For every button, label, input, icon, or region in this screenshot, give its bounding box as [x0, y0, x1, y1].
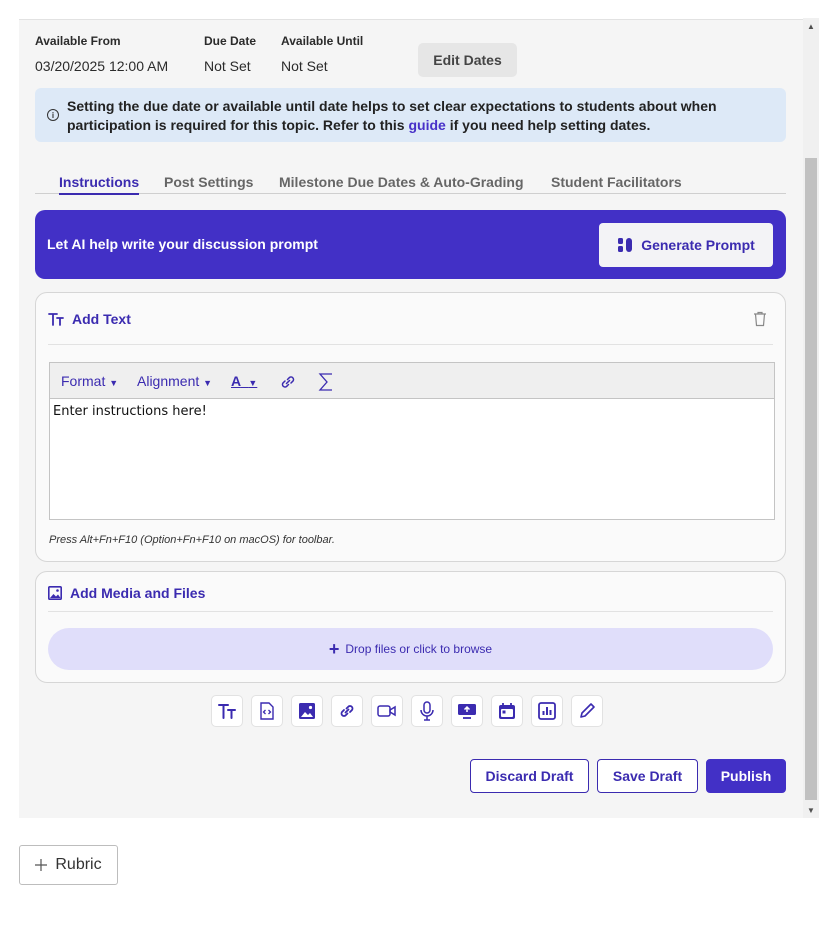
- due-date-value: Not Set: [204, 58, 251, 74]
- video-icon: [377, 705, 396, 717]
- info-icon: i: [47, 109, 59, 121]
- block-insert-toolbar: [211, 695, 603, 727]
- add-media-header: Add Media and Files: [48, 585, 205, 601]
- edit-dates-button[interactable]: Edit Dates: [418, 43, 517, 77]
- tab-milestone-due-dates[interactable]: Milestone Due Dates & Auto-Grading: [279, 174, 524, 193]
- embed-icon: [260, 702, 274, 720]
- ai-banner-text: Let AI help write your discussion prompt: [47, 236, 318, 252]
- add-media-title: Add Media and Files: [70, 585, 206, 601]
- guide-link[interactable]: guide: [408, 117, 445, 133]
- file-dropzone[interactable]: + Drop files or click to browse: [48, 628, 773, 670]
- add-embed-block-button[interactable]: [251, 695, 283, 727]
- tab-instructions[interactable]: Instructions: [59, 174, 140, 195]
- editor-toolbar: Format ▼ Alignment ▼ A ▼: [50, 363, 774, 399]
- rich-text-editor: Format ▼ Alignment ▼ A ▼ Enter instructi…: [49, 362, 775, 520]
- publish-button[interactable]: Publish: [706, 759, 786, 793]
- trash-icon[interactable]: [753, 311, 767, 327]
- image-icon: [48, 586, 62, 600]
- add-poll-block-button[interactable]: [531, 695, 563, 727]
- add-drawing-block-button[interactable]: [571, 695, 603, 727]
- card-divider: [48, 344, 773, 345]
- text-icon: [218, 704, 236, 719]
- due-date-label: Due Date: [204, 34, 257, 48]
- calendar-icon: [499, 703, 515, 719]
- editor-content[interactable]: Enter instructions here!: [50, 399, 774, 424]
- ai-sparkle-icon: [618, 238, 633, 252]
- tab-post-settings[interactable]: Post Settings: [164, 174, 253, 193]
- available-from-label: Available From: [35, 34, 121, 48]
- dates-info-banner: i Setting the due date or available unti…: [35, 88, 786, 142]
- add-media-block: Add Media and Files + Drop files or clic…: [35, 571, 786, 683]
- card-divider: [48, 611, 773, 612]
- scrollbar[interactable]: ▲ ▼: [803, 18, 819, 818]
- plus-icon: +: [328, 639, 340, 659]
- due-date: Due Date Not Set: [204, 34, 256, 74]
- alignment-label: Alignment: [137, 373, 200, 389]
- alignment-dropdown[interactable]: Alignment ▼: [137, 373, 212, 389]
- add-text-block-button[interactable]: [211, 695, 243, 727]
- link-icon[interactable]: [279, 373, 297, 391]
- chart-icon: [538, 702, 556, 720]
- scroll-up-arrow[interactable]: ▲: [803, 18, 819, 34]
- available-from-value: 03/20/2025 12:00 AM: [35, 58, 169, 74]
- available-until-value: Not Set: [281, 58, 328, 74]
- font-color-icon: A: [231, 373, 241, 389]
- info-text: Setting the due date or available until …: [67, 97, 776, 135]
- chevron-down-icon: ▼: [109, 378, 119, 388]
- tab-student-facilitators[interactable]: Student Facilitators: [551, 174, 682, 193]
- available-until-label: Available Until: [281, 34, 364, 48]
- ai-prompt-banner: Let AI help write your discussion prompt…: [35, 210, 786, 279]
- add-text-title: Add Text: [72, 311, 131, 327]
- add-text-block: Add Text Format ▼ Alignment ▼ A ▼ Enter …: [35, 292, 786, 562]
- generate-prompt-button[interactable]: Generate Prompt: [599, 223, 773, 267]
- add-screen-recording-block-button[interactable]: [451, 695, 483, 727]
- add-event-block-button[interactable]: [491, 695, 523, 727]
- format-label: Format: [61, 373, 106, 389]
- scroll-thumb[interactable]: [805, 158, 817, 800]
- toolbar-hint: Press Alt+Fn+F10 (Option+Fn+F10 on macOS…: [49, 534, 335, 546]
- text-format-icon: [48, 313, 64, 326]
- dropzone-label: Drop files or click to browse: [345, 642, 493, 656]
- plus-icon: [35, 859, 48, 871]
- link-icon: [340, 705, 354, 717]
- image-icon: [299, 703, 315, 719]
- font-color-button[interactable]: A ▼: [231, 373, 257, 389]
- available-until: Available Until Not Set: [281, 34, 363, 74]
- add-rubric-button[interactable]: Rubric: [19, 845, 118, 885]
- add-video-block-button[interactable]: [371, 695, 403, 727]
- add-audio-block-button[interactable]: [411, 695, 443, 727]
- available-from: Available From 03/20/2025 12:00 AM: [35, 34, 168, 74]
- scroll-down-arrow[interactable]: ▼: [803, 802, 819, 818]
- screen-share-icon: [458, 704, 476, 719]
- add-link-block-button[interactable]: [331, 695, 363, 727]
- microphone-icon: [420, 701, 434, 721]
- tab-bar: Instructions Post Settings Milestone Due…: [35, 166, 786, 195]
- save-draft-button[interactable]: Save Draft: [597, 759, 698, 793]
- pencil-icon: [580, 703, 595, 718]
- discard-draft-button[interactable]: Discard Draft: [470, 759, 589, 793]
- add-text-header: Add Text: [48, 311, 131, 327]
- chevron-down-icon: ▼: [203, 378, 213, 388]
- chevron-down-icon: ▼: [248, 378, 258, 388]
- format-dropdown[interactable]: Format ▼: [61, 373, 118, 389]
- panel-top-edge: [19, 0, 803, 20]
- generate-prompt-label: Generate Prompt: [641, 237, 755, 253]
- info-text-after: if you need help setting dates.: [445, 117, 651, 133]
- add-image-block-button[interactable]: [291, 695, 323, 727]
- rubric-label: Rubric: [55, 856, 102, 873]
- equation-icon[interactable]: [318, 372, 334, 392]
